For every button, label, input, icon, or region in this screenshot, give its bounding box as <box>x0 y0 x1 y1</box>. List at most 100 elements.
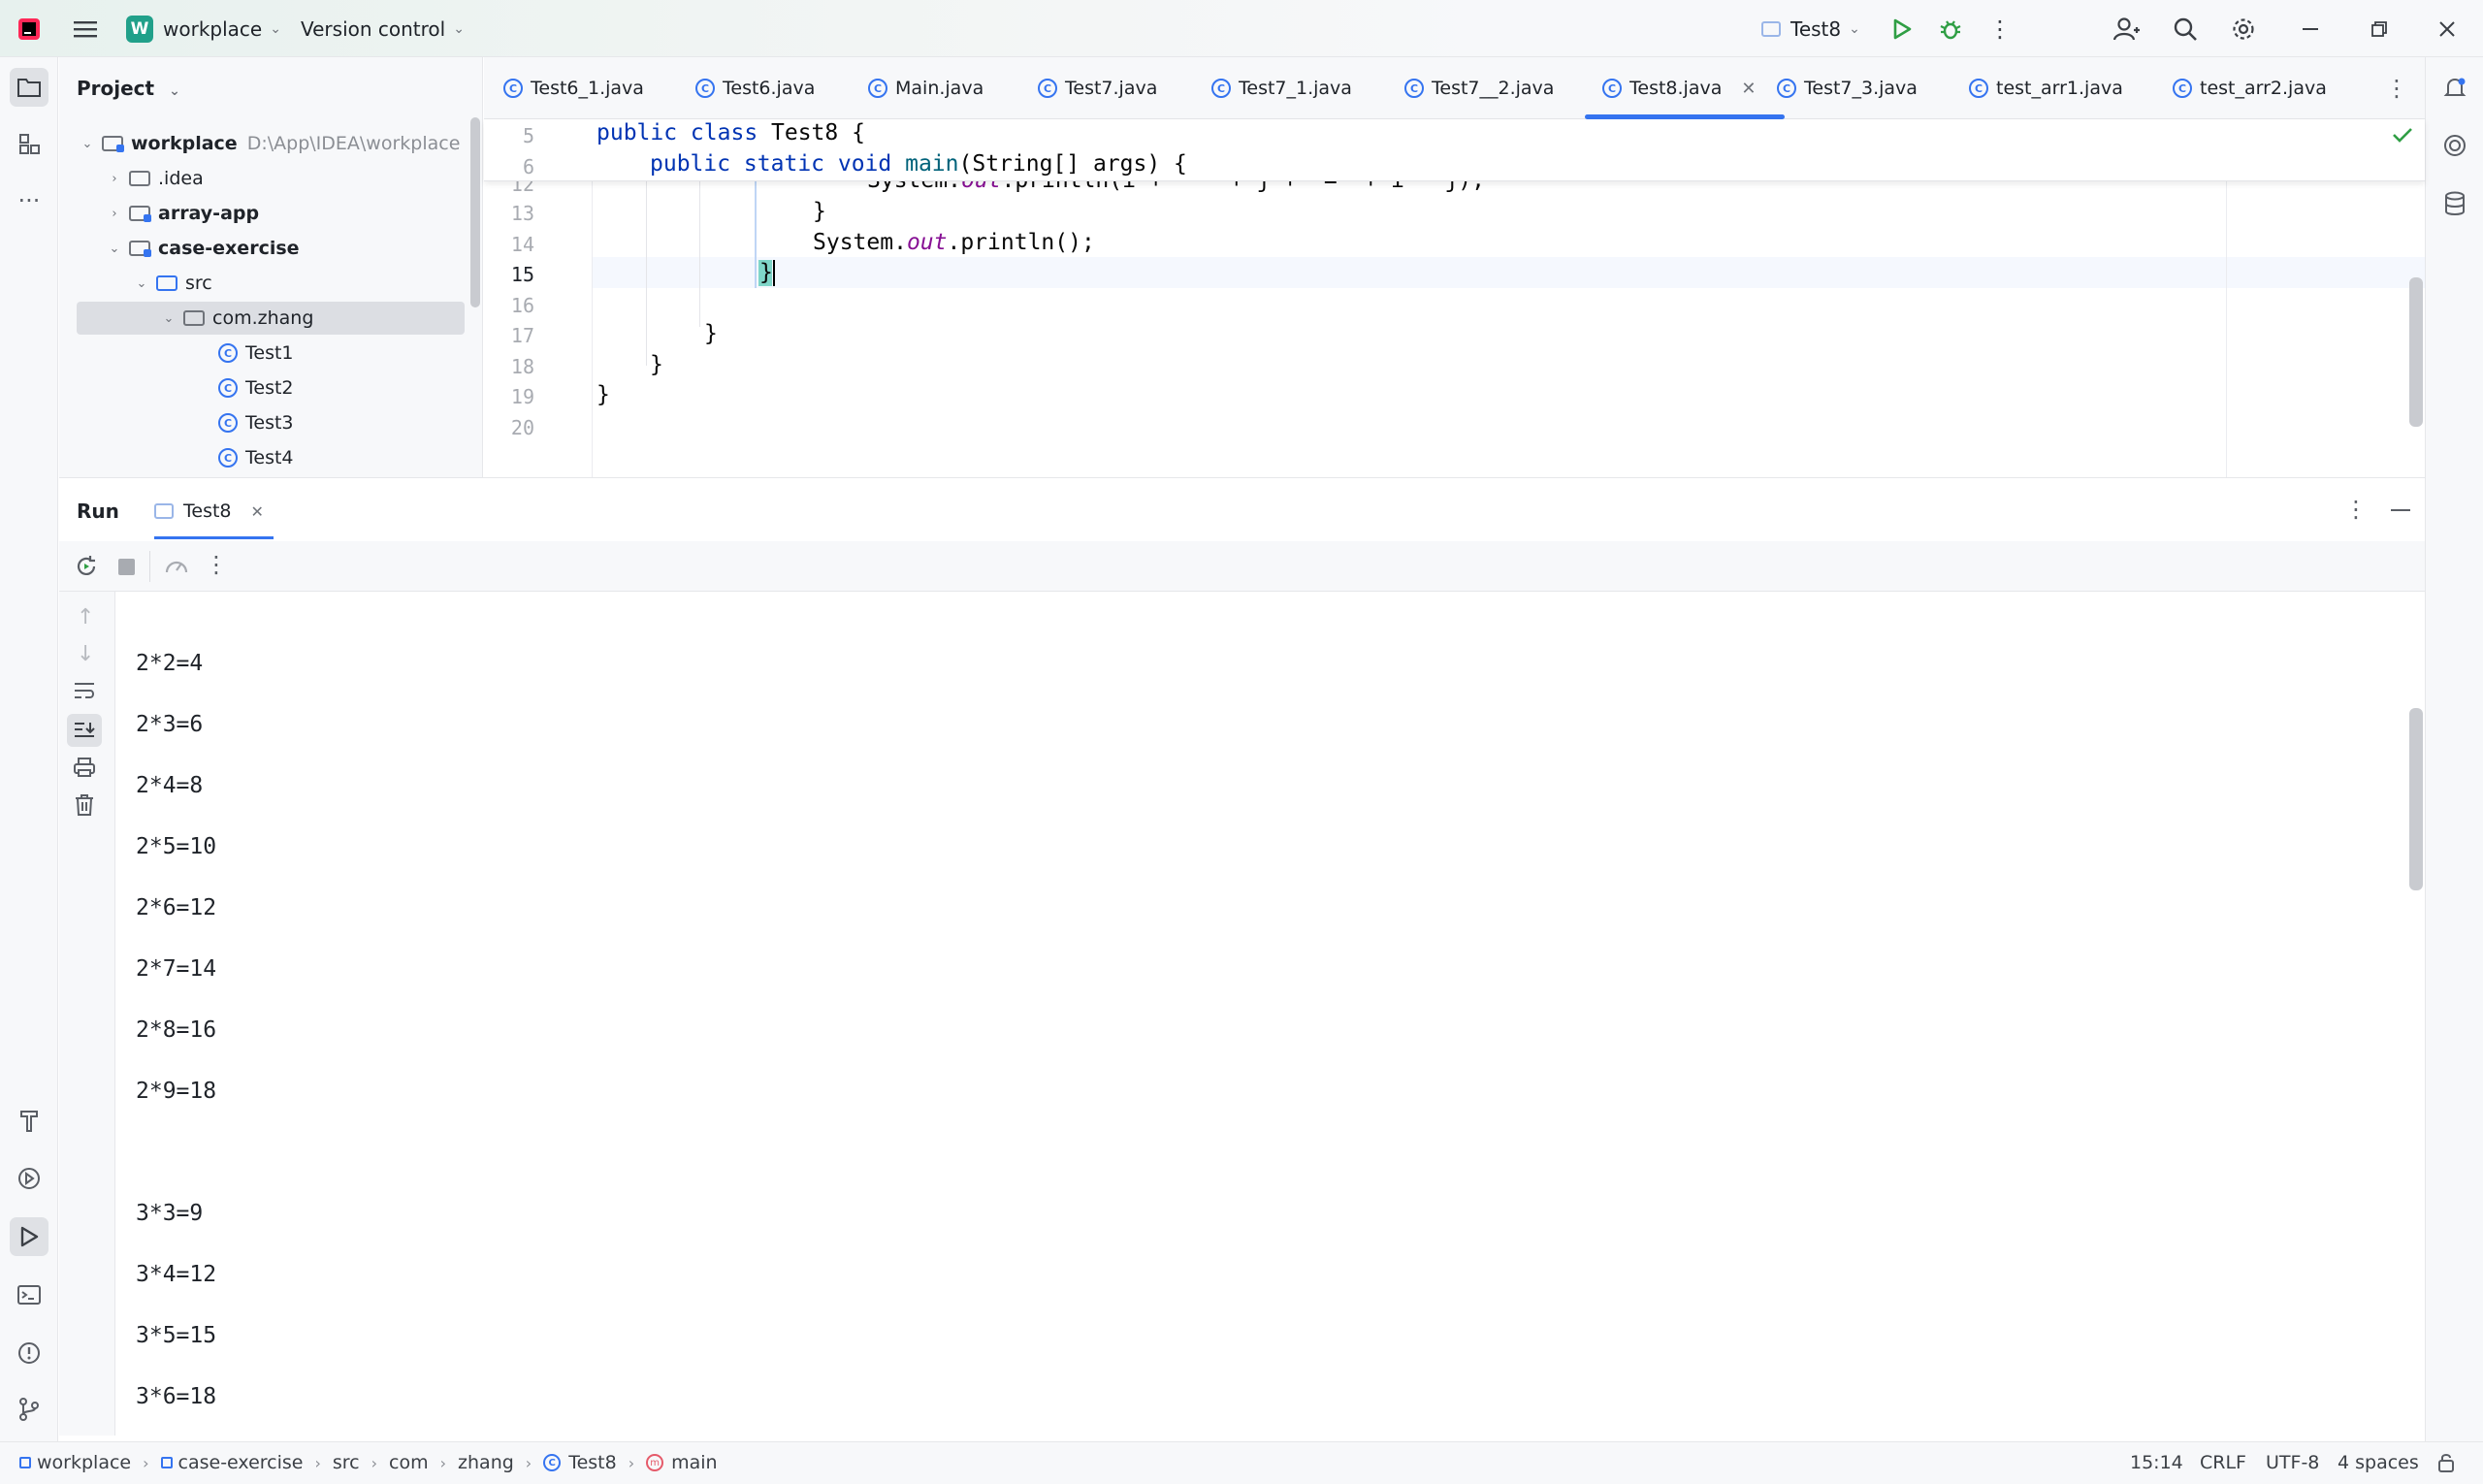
no-problems-check-icon <box>2392 126 2413 147</box>
indent-guide <box>699 181 700 327</box>
run-panel-header: Run Test8 ✕ ⋮ <box>59 477 2425 541</box>
chevron-right-icon: › <box>112 206 117 221</box>
close-window-icon[interactable] <box>2431 14 2464 45</box>
lock-icon[interactable] <box>2436 1452 2456 1478</box>
breadcrumb-item[interactable]: Test8 <box>568 1452 617 1473</box>
services-icon[interactable] <box>10 1159 48 1198</box>
console-line: 2*3=6 <box>136 712 204 737</box>
main-menu-icon[interactable] <box>70 14 101 45</box>
java-class-icon: C <box>2173 79 2192 98</box>
debug-button[interactable] <box>1935 14 1966 45</box>
tree-item-workplace[interactable]: ⌄ workplace D:\App\IDEA\workplace <box>79 127 461 160</box>
tree-item-case-exercise[interactable]: ⌄ case-exercise <box>106 232 300 265</box>
tab-test7-1[interactable]: C Test7_1.java <box>1211 57 1352 119</box>
file-encoding[interactable]: UTF-8 <box>2266 1452 2319 1473</box>
tree-item-test3[interactable]: C Test3 <box>218 406 294 439</box>
tab-test8[interactable]: C Test8.java ✕ <box>1584 57 1786 119</box>
database-icon[interactable] <box>2435 184 2474 223</box>
run-tool-icon[interactable] <box>10 1217 48 1256</box>
hide-panel-icon[interactable] <box>2391 509 2410 511</box>
tab-test-arr1[interactable]: Ctest_arr1.java <box>1969 57 2123 119</box>
print-icon[interactable] <box>73 757 96 782</box>
soft-wrap-icon[interactable] <box>73 681 96 704</box>
git-branch-icon[interactable] <box>10 1390 48 1429</box>
tab-test7[interactable]: C Test7.java <box>1038 57 1157 119</box>
rerun-icon[interactable] <box>75 555 98 582</box>
run-button[interactable] <box>1886 14 1918 45</box>
console-line: 2*6=12 <box>136 895 217 920</box>
close-tab-icon[interactable]: ✕ <box>1741 79 1756 99</box>
scroll-to-end-icon[interactable] <box>67 714 102 747</box>
tab-overflow-icon[interactable]: ⋮ <box>2385 57 2408 119</box>
ai-assistant-icon[interactable] <box>2435 126 2474 165</box>
breadcrumb-item[interactable]: zhang <box>458 1452 514 1473</box>
search-icon[interactable] <box>2169 14 2202 45</box>
minimize-window-icon[interactable] <box>2295 14 2328 45</box>
stop-icon[interactable] <box>118 559 135 575</box>
code-line-6: public static void main(String[] args) { <box>650 151 1187 177</box>
java-class-icon: C <box>218 343 238 363</box>
add-user-icon[interactable] <box>2111 14 2144 45</box>
tree-item-test4[interactable]: C Test4 <box>218 441 294 474</box>
chevron-down-icon: ⌄ <box>169 83 180 99</box>
line-separator[interactable]: CRLF <box>2200 1452 2246 1473</box>
tree-item-test2[interactable]: C Test2 <box>218 371 294 404</box>
folder-icon <box>129 171 150 186</box>
run-config-selector[interactable]: Test8 ⌄ <box>1761 14 1860 45</box>
more-run-actions-icon[interactable]: ⋮ <box>205 551 228 578</box>
tab-test6-1[interactable]: C Test6_1.java <box>503 57 644 119</box>
indent-setting[interactable]: 4 spaces <box>2338 1452 2419 1473</box>
project-switcher[interactable]: W workplace ⌄ <box>126 14 281 45</box>
tab-label: Test6.java <box>723 78 816 99</box>
tab-test7-3[interactable]: C Test7_3.java <box>1777 57 1918 119</box>
close-tab-icon[interactable]: ✕ <box>251 502 264 521</box>
tree-item-src[interactable]: ⌄ src <box>133 267 212 300</box>
breadcrumb-item[interactable]: main <box>671 1452 717 1473</box>
project-panel-header[interactable]: Project ⌄ <box>77 77 180 100</box>
attach-profiler-icon[interactable] <box>164 555 189 582</box>
run-panel-options-icon[interactable]: ⋮ <box>2344 496 2368 523</box>
tab-main[interactable]: C Main.java <box>868 57 984 119</box>
tree-item-test1[interactable]: C Test1 <box>218 337 294 370</box>
bug-icon <box>1940 20 1961 40</box>
tab-test-arr2[interactable]: Ctest_arr2.java <box>2173 57 2327 119</box>
breadcrumb-item[interactable]: workplace <box>37 1452 131 1473</box>
breadcrumb-item[interactable]: src <box>333 1452 360 1473</box>
clear-trash-icon[interactable] <box>74 793 95 821</box>
chevron-right-icon: › <box>371 1453 378 1472</box>
console-line: 2*4=8 <box>136 773 204 798</box>
settings-gear-icon[interactable] <box>2227 14 2260 45</box>
tree-item-idea[interactable]: › .idea <box>106 162 203 195</box>
console-line: 2*7=14 <box>136 956 217 982</box>
version-control-menu[interactable]: Version control ⌄ <box>301 14 465 45</box>
breadcrumb-item[interactable]: case-exercise <box>178 1452 304 1473</box>
more-tools-icon[interactable]: ··· <box>10 181 48 220</box>
notifications-bell-icon[interactable] <box>2435 69 2474 108</box>
terminal-icon[interactable] <box>10 1275 48 1314</box>
line-number: 5 <box>522 124 534 147</box>
restore-window-icon[interactable] <box>2363 14 2396 45</box>
breadcrumb-item[interactable]: com <box>389 1452 429 1473</box>
scroll-down-arrow-icon[interactable]: ↓ <box>77 642 94 666</box>
more-actions-icon[interactable]: ⋮ <box>1984 14 2015 45</box>
indent-guide-active <box>755 181 757 288</box>
tree-item-com-zhang[interactable]: ⌄ com.zhang <box>77 302 465 335</box>
tab-test7-2[interactable]: C Test7__2.java <box>1404 57 1554 119</box>
project-scrollbar[interactable] <box>470 117 480 307</box>
editor-scrollbar[interactable] <box>2409 277 2423 427</box>
structure-icon[interactable] <box>10 124 48 163</box>
method-icon: m <box>646 1454 664 1471</box>
scroll-up-arrow-icon[interactable]: ↑ <box>77 605 94 629</box>
project-folder-icon[interactable] <box>10 68 48 107</box>
line-number: 14 <box>510 233 534 256</box>
console-output[interactable] <box>116 592 2425 1436</box>
tree-item-array-app[interactable]: › array-app <box>106 197 259 230</box>
build-hammer-icon[interactable] <box>10 1101 48 1140</box>
caret-position[interactable]: 15:14 <box>2130 1452 2183 1473</box>
console-scrollbar[interactable] <box>2409 708 2423 890</box>
run-tab-test8[interactable]: Test8 ✕ <box>154 492 264 531</box>
code-class-name: Test8 { <box>771 120 865 145</box>
problems-icon[interactable] <box>10 1334 48 1372</box>
tab-label: test_arr1.java <box>1996 78 2123 99</box>
tab-test6[interactable]: C Test6.java <box>695 57 815 119</box>
